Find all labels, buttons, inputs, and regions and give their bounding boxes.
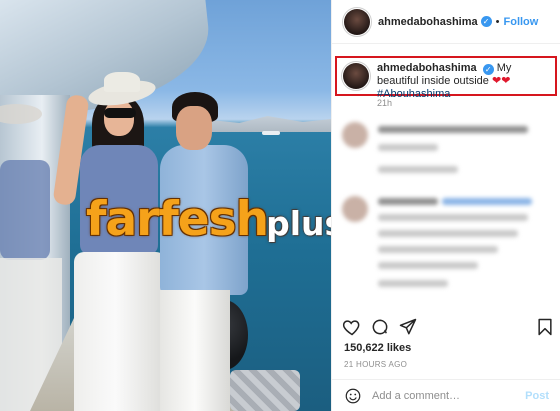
- caption-text-block: ahmedabohashima ✓ My beautiful inside ou…: [377, 62, 549, 100]
- reflection-top: [0, 160, 50, 260]
- likes-count[interactable]: 150,622 likes: [344, 342, 411, 354]
- watermark-logo: farfeshplus.com: [86, 192, 331, 247]
- sunglasses: [104, 108, 136, 118]
- separator-dot: •: [495, 15, 500, 28]
- action-bar: [332, 315, 560, 341]
- follow-button[interactable]: Follow: [504, 16, 539, 28]
- watermark-sub: plus.com: [266, 204, 331, 243]
- woman-pants: [74, 252, 166, 411]
- towel: [230, 370, 300, 411]
- caption-avatar[interactable]: [343, 63, 369, 89]
- red-hearts-emoji: ❤❤: [491, 75, 511, 87]
- blurred-avatar: [342, 196, 368, 222]
- comment-input[interactable]: [372, 389, 526, 402]
- avatar[interactable]: [344, 8, 370, 35]
- blurred-comment: [342, 122, 552, 182]
- man-pants: [160, 290, 230, 411]
- post-comment-button[interactable]: Post: [525, 390, 549, 402]
- emoji-icon[interactable]: [344, 387, 362, 405]
- post-header: ahmedabohashima ✓ • Follow: [332, 0, 560, 44]
- blurred-comment: [342, 196, 552, 306]
- comment-icon[interactable]: [370, 317, 390, 337]
- bookmark-icon[interactable]: [535, 317, 555, 337]
- header-username[interactable]: ahmedabohashima: [378, 16, 478, 28]
- caption-highlight-box: ahmedabohashima ✓ My beautiful inside ou…: [335, 56, 557, 100]
- distant-boat: [262, 131, 280, 135]
- caption-time[interactable]: 21h: [377, 98, 392, 108]
- share-icon[interactable]: [398, 317, 418, 337]
- woman-hat-crown: [104, 72, 140, 92]
- verified-badge-icon: ✓: [480, 16, 492, 27]
- caption-verified-badge-icon: ✓: [482, 64, 494, 75]
- caption-username[interactable]: ahmedabohashima: [377, 62, 477, 74]
- man-face: [176, 106, 212, 150]
- watermark-main: farfesh: [86, 192, 269, 247]
- post-timestamp[interactable]: 21 HOURS AGO: [344, 360, 407, 369]
- blurred-avatar: [342, 122, 368, 148]
- post-side-panel: ahmedabohashima ✓ • Follow ahmedabohashi…: [331, 0, 560, 411]
- post-photo[interactable]: farfeshplus.com: [0, 0, 331, 411]
- comment-bar: Post: [332, 379, 560, 411]
- heart-icon[interactable]: [342, 317, 362, 337]
